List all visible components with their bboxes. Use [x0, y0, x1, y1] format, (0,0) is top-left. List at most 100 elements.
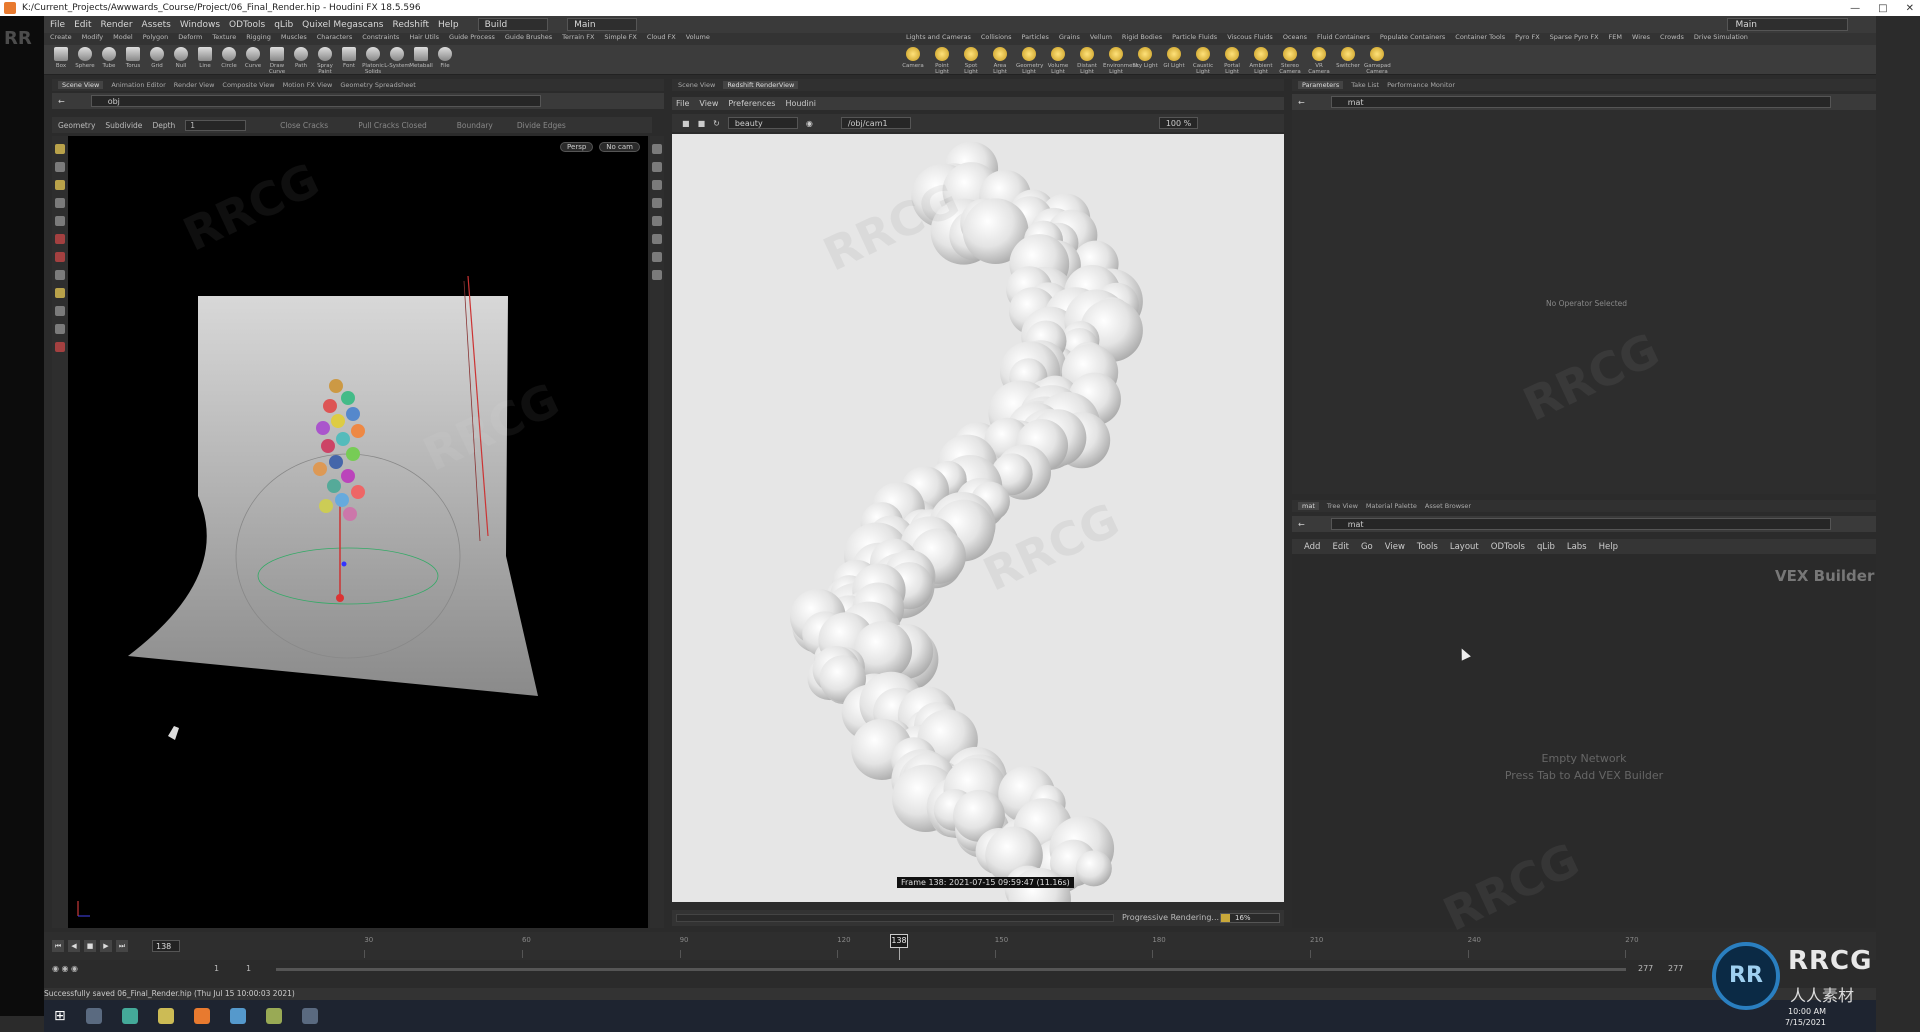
network-menu-item[interactable]: qLib	[1537, 542, 1555, 552]
menu-item-odtools[interactable]: ODTools	[229, 20, 265, 30]
shelf-tab[interactable]: Guide Brushes	[505, 33, 552, 45]
render-output[interactable]	[672, 134, 1284, 902]
menu-item-edit[interactable]: Edit	[74, 20, 91, 30]
shelf-tab[interactable]: Crowds	[1660, 33, 1684, 41]
jump-start-icon[interactable]: ⏮	[52, 940, 64, 952]
shelf-tab[interactable]: Polygon	[143, 33, 169, 45]
pane-tab[interactable]: Performance Monitor	[1387, 81, 1455, 89]
houdini-taskbar-icon[interactable]	[193, 1008, 210, 1024]
select-tool-icon[interactable]	[55, 144, 65, 154]
notes-icon[interactable]	[229, 1008, 246, 1024]
render-stop-icon[interactable]: ■	[698, 119, 706, 128]
menu-item-windows[interactable]: Windows	[180, 20, 220, 30]
shelf-tab[interactable]: Grains	[1059, 33, 1080, 41]
shelf-tool-caustic-light[interactable]: Caustic Light	[1190, 47, 1216, 75]
shelf-tab[interactable]: Particles	[1021, 33, 1048, 41]
play-icon[interactable]: ▶	[100, 940, 112, 952]
menu-item-quixel-megascans[interactable]: Quixel Megascans	[302, 20, 383, 30]
menu-item-assets[interactable]: Assets	[142, 20, 171, 30]
range-end[interactable]: 277	[1638, 964, 1653, 973]
menu-item-help[interactable]: Help	[438, 20, 459, 30]
shelf-tool-gamepad-camera[interactable]: Gamepad Camera	[1364, 47, 1391, 75]
snap-tool-icon[interactable]	[55, 288, 65, 298]
shelf-tool-curve[interactable]: Curve	[240, 47, 266, 69]
snapshot-icon[interactable]: ◉	[806, 119, 813, 128]
shelf-tab[interactable]: Texture	[212, 33, 236, 45]
lock-icon[interactable]	[652, 162, 662, 172]
render-start-icon[interactable]: ■	[682, 119, 690, 128]
network-menu-item[interactable]: Labs	[1567, 542, 1587, 552]
timeline[interactable]: ⏮ ◀ ■ ▶ ⏭ 138 30 60 90 120 150 180 210 240 270	[44, 932, 1876, 960]
shelf-tab[interactable]: Viscous Fluids	[1227, 33, 1273, 41]
shelf-tool-ambient-light[interactable]: Ambient Light	[1248, 47, 1274, 75]
shelf-tool-circle[interactable]: Circle	[216, 47, 242, 69]
shelf-tool-sphere[interactable]: Sphere	[72, 47, 98, 69]
shading-icon[interactable]	[652, 180, 662, 190]
chrome-icon[interactable]	[121, 1008, 138, 1024]
scene-path-field[interactable]: obj	[90, 95, 541, 107]
shelf-tool-metaball[interactable]: Metaball	[408, 47, 434, 69]
rotate-tool-icon[interactable]	[55, 180, 65, 190]
range-start[interactable]: 1	[214, 964, 219, 973]
boundary-toggle[interactable]: Boundary	[457, 121, 493, 130]
pane-tab[interactable]: Material Palette	[1366, 502, 1417, 510]
scene-viewport[interactable]: Persp No cam	[68, 136, 648, 928]
shelf-tab[interactable]: Drive Simulation	[1694, 33, 1748, 41]
subdivide-label[interactable]: Subdivide	[105, 121, 142, 130]
shelf-tool-file[interactable]: File	[432, 47, 458, 69]
shelf-tool-font[interactable]: Font	[336, 47, 362, 69]
shelf-tool-volume-light[interactable]: Volume Light	[1045, 47, 1071, 75]
pane-tab[interactable]: Motion FX View	[283, 81, 333, 89]
shelf-tab[interactable]: Lights and Cameras	[906, 33, 971, 41]
search-icon[interactable]	[85, 1008, 102, 1024]
shelf-tab[interactable]: FEM	[1609, 33, 1622, 41]
shelf-tool-gi-light[interactable]: GI Light	[1161, 47, 1187, 69]
pane-tab[interactable]: Tree View	[1327, 502, 1358, 510]
camera-menu[interactable]: No cam	[599, 142, 640, 152]
pane-tab[interactable]: Animation Editor	[111, 81, 165, 89]
render-menu-item[interactable]: View	[699, 99, 718, 108]
pane-tab[interactable]: Scene View	[678, 81, 715, 89]
maximize-icon[interactable]: □	[1878, 3, 1887, 14]
scale-tool-icon[interactable]	[55, 198, 65, 208]
handle-tool-icon[interactable]	[55, 216, 65, 226]
range-slider[interactable]	[276, 968, 1626, 971]
shelf-tab[interactable]: Simple FX	[604, 33, 636, 45]
play-back-icon[interactable]: ◀	[68, 940, 80, 952]
network-menu-item[interactable]: Edit	[1332, 542, 1348, 552]
pose-tool-icon[interactable]	[55, 234, 65, 244]
menu-item-file[interactable]: File	[50, 20, 65, 30]
pane-tab[interactable]: Asset Browser	[1425, 502, 1471, 510]
shelf-tool-line[interactable]: Line	[192, 47, 218, 69]
brush-tool-icon[interactable]	[55, 252, 65, 262]
move-tool-icon[interactable]	[55, 162, 65, 172]
range-end-2[interactable]: 277	[1668, 964, 1683, 973]
shelf-tab[interactable]: Rigid Bodies	[1122, 33, 1162, 41]
app-icon[interactable]	[265, 1008, 282, 1024]
shelf-tool-point-light[interactable]: Point Light	[929, 47, 955, 75]
network-menu-item[interactable]: Tools	[1417, 542, 1438, 552]
shelf-tab[interactable]: Populate Containers	[1380, 33, 1445, 41]
light-toggle-icon[interactable]	[652, 216, 662, 226]
shelf-tab[interactable]: Sparse Pyro FX	[1550, 33, 1599, 41]
render-menu-item[interactable]: File	[676, 99, 689, 108]
shelf-tool-platonic-solids[interactable]: Platonic Solids	[360, 47, 386, 75]
shelf-tool-null[interactable]: Null	[168, 47, 194, 69]
shelf-tab[interactable]: Model	[113, 33, 133, 45]
camera-select[interactable]: /obj/cam1	[840, 117, 911, 129]
network-menu-item[interactable]: Add	[1304, 542, 1320, 552]
shelf-tool-environment-light[interactable]: Environment Light	[1103, 47, 1138, 75]
shelf-tab[interactable]: Create	[50, 33, 72, 45]
pull-cracks-toggle[interactable]: Pull Cracks Closed	[358, 121, 427, 130]
shelf-tool-switcher[interactable]: Switcher	[1335, 47, 1361, 69]
shelf-tool-vr-camera[interactable]: VR Camera	[1306, 47, 1332, 75]
shelf-tool-camera[interactable]: Camera	[900, 47, 926, 69]
shelf-tool-spray-paint[interactable]: Spray Paint	[312, 47, 338, 75]
shelf-tool-tube[interactable]: Tube	[96, 47, 122, 69]
range-start-2[interactable]: 1	[246, 964, 251, 973]
normals-icon[interactable]	[652, 252, 662, 262]
divide-edges-toggle[interactable]: Divide Edges	[517, 121, 566, 130]
shelf-tab[interactable]: Vellum	[1090, 33, 1112, 41]
shelf-tab[interactable]: Container Tools	[1455, 33, 1505, 41]
shelf-tab[interactable]: Modify	[82, 33, 104, 45]
